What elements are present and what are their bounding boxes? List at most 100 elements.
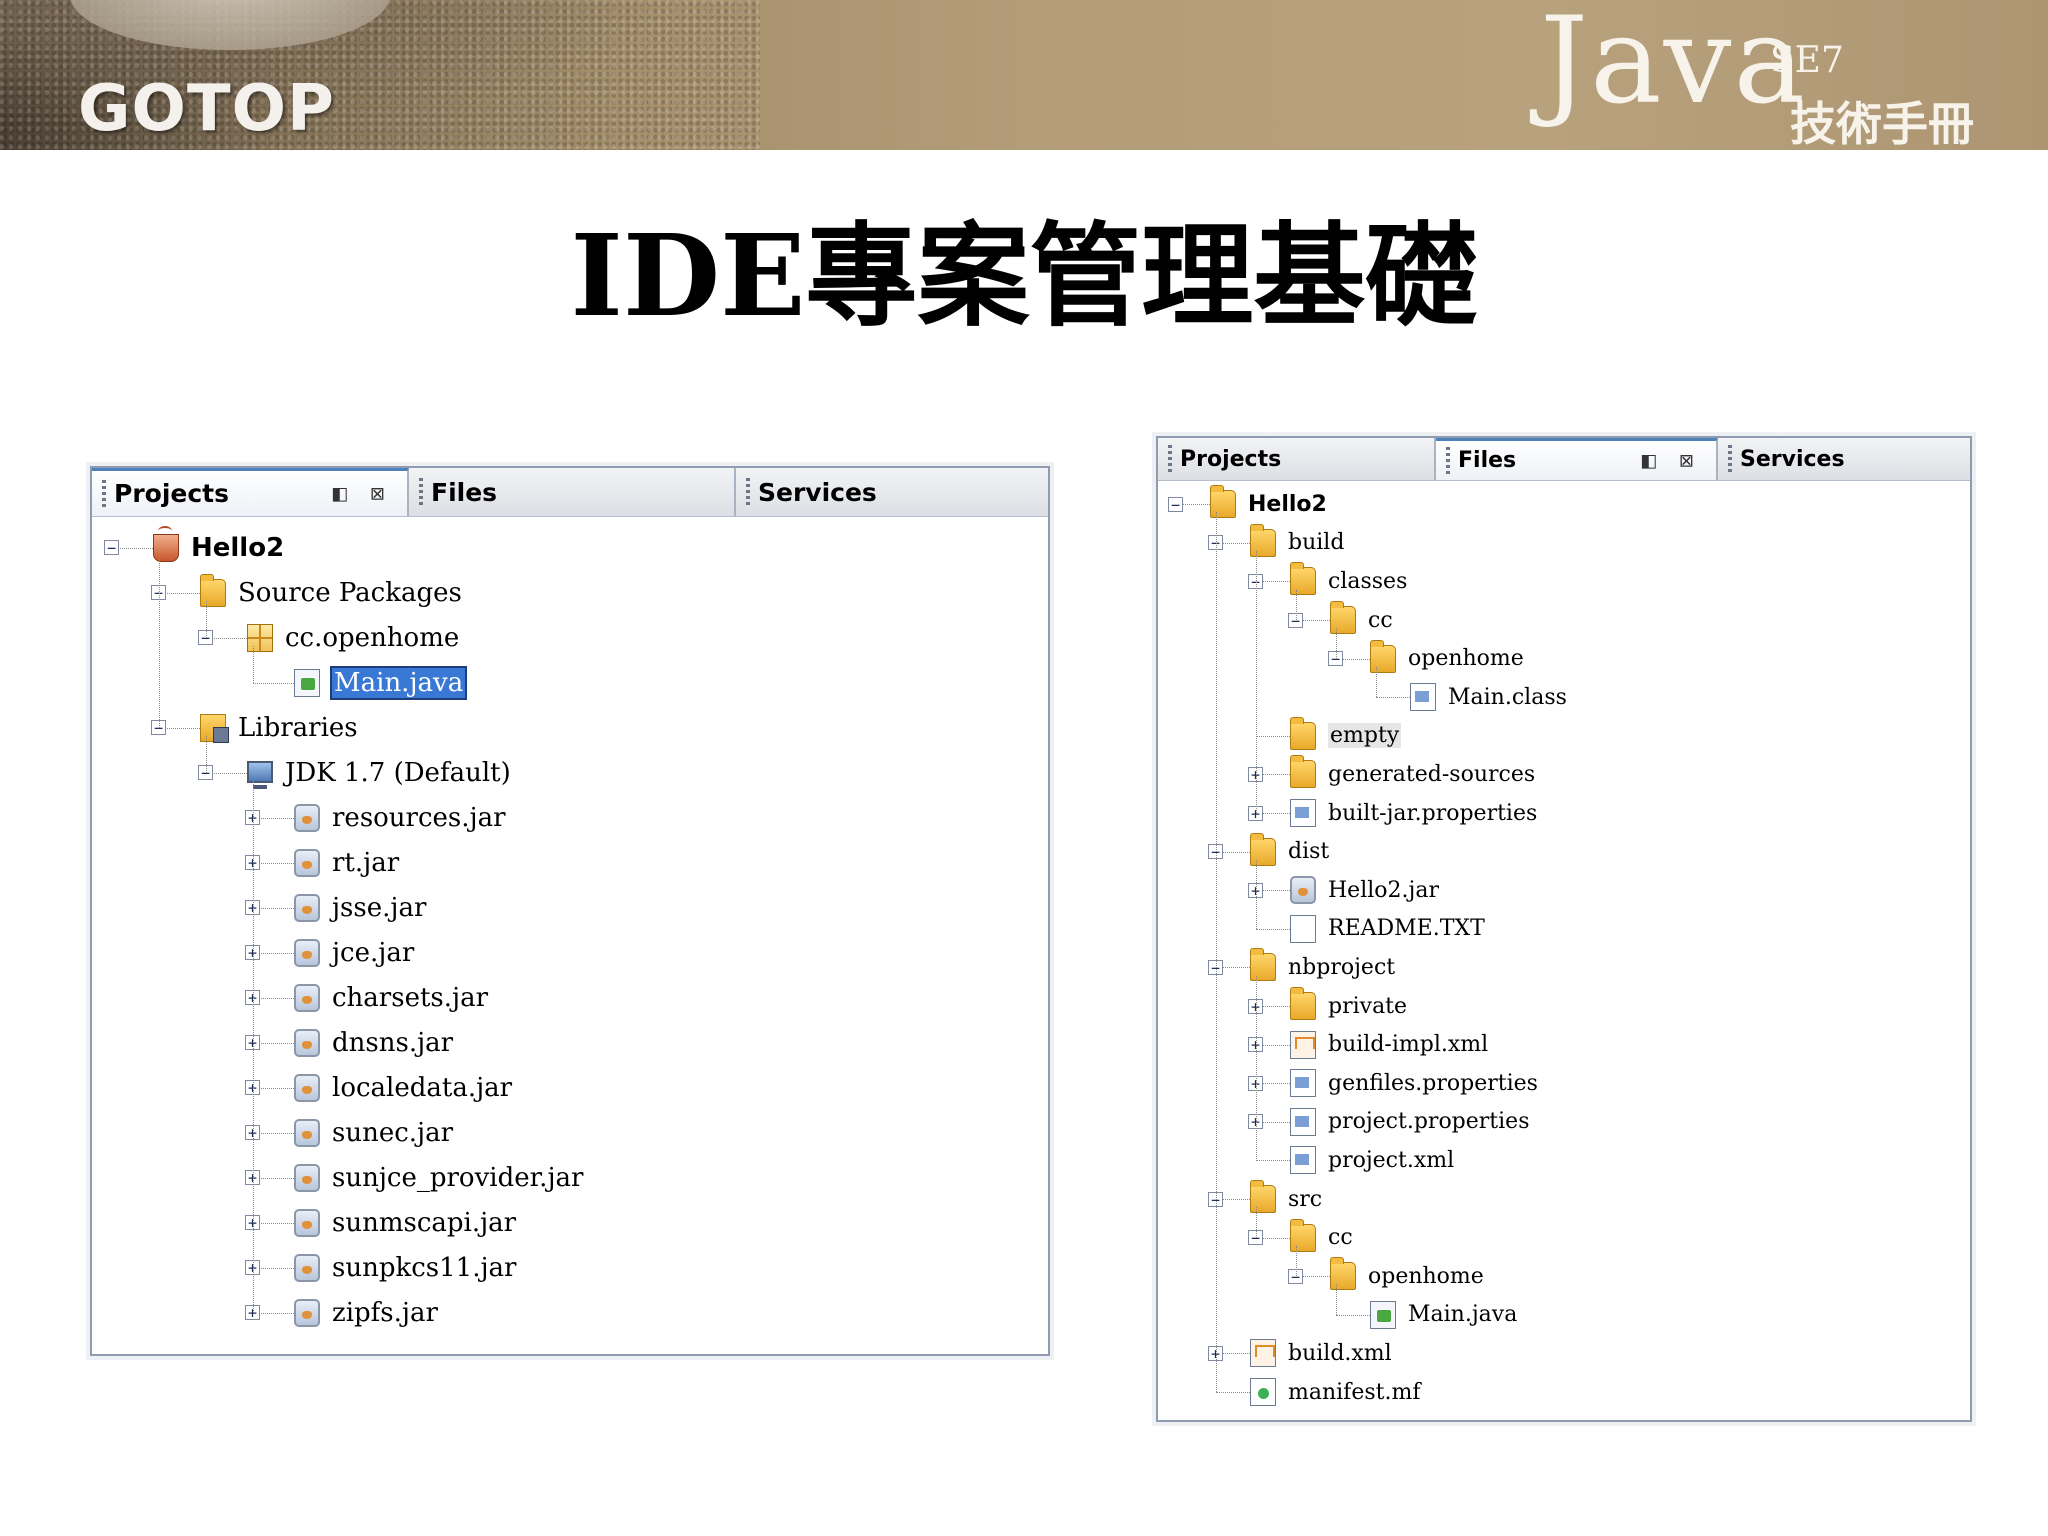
tree-node[interactable]: + sunmscapi.jar [92, 1200, 1048, 1245]
tree-node[interactable]: + build-impl.xml [1158, 1025, 1970, 1064]
drag-grip-icon[interactable] [1168, 445, 1172, 473]
ant-xml-icon [1290, 1030, 1316, 1059]
tree-node[interactable]: + sunjce_provider.jar [92, 1155, 1048, 1200]
libraries-icon [200, 713, 229, 743]
files-window: Projects Files ◧ ⊠ Services − Hello2 − buil… [1156, 436, 1972, 1422]
tree-node[interactable]: − src [1158, 1180, 1970, 1219]
tab-files[interactable]: Files [409, 468, 736, 516]
tree-node[interactable]: + resources.jar [92, 795, 1048, 840]
tree-node-label: openhome [1408, 646, 1524, 672]
tree-node[interactable]: + rt.jar [92, 840, 1048, 885]
tab-services[interactable]: Services [736, 468, 1048, 516]
folder-icon [1290, 755, 1316, 789]
package-icon [247, 623, 273, 652]
tree-connector [253, 682, 294, 684]
tree-node[interactable]: + private [1158, 987, 1970, 1026]
tree-node[interactable]: + jsse.jar [92, 885, 1048, 930]
tree-node-label: Hello2.jar [1328, 877, 1439, 903]
tree-node[interactable]: − classes [1158, 562, 1970, 601]
tab-projects[interactable]: Projects [1158, 438, 1436, 480]
tree-node-label: sunjce_provider.jar [332, 1162, 584, 1193]
tree-node[interactable]: − nbproject [1158, 948, 1970, 987]
tree-node-label: jce.jar [332, 937, 415, 968]
tree-node[interactable]: Main.java [1158, 1296, 1970, 1335]
tree-node-label: genfiles.properties [1328, 1070, 1538, 1096]
tree-node[interactable]: − cc [1158, 1218, 1970, 1257]
window-controls[interactable]: ◧ ⊠ [331, 483, 393, 504]
folder-icon [1250, 832, 1276, 866]
tree-node[interactable]: + dnsns.jar [92, 1020, 1048, 1065]
tree-node[interactable]: − build [1158, 523, 1970, 563]
tree-node[interactable]: + charsets.jar [92, 975, 1048, 1020]
tree-node[interactable]: + localedata.jar [92, 1065, 1048, 1110]
tree-node[interactable]: + built-jar.properties [1158, 794, 1970, 833]
drag-grip-icon[interactable] [419, 478, 423, 506]
tree-node[interactable]: − Source Packages [92, 570, 1048, 615]
tree-node[interactable]: + zipfs.jar [92, 1290, 1048, 1335]
tab-projects[interactable]: Projects ◧ ⊠ [92, 468, 409, 516]
tree-guide-line [1256, 1207, 1257, 1238]
tree-node[interactable]: − Hello2 [1158, 485, 1970, 524]
tree-node-label: openhome [1368, 1263, 1484, 1289]
drag-grip-icon[interactable] [1728, 445, 1732, 473]
tree-node[interactable]: − Hello2 [92, 525, 1048, 570]
tree-node-label: Main.java [1408, 1302, 1518, 1328]
java-project-icon [153, 525, 179, 562]
tree-node[interactable]: − openhome [1158, 639, 1970, 678]
tree-node[interactable]: + generated-sources [1158, 755, 1970, 794]
drag-grip-icon[interactable] [746, 478, 750, 506]
tree-node-label: manifest.mf [1288, 1379, 1421, 1405]
tree-node[interactable]: + genfiles.properties [1158, 1064, 1970, 1103]
manifest-file-icon [1250, 1378, 1276, 1407]
tree-node-label: zipfs.jar [332, 1297, 438, 1328]
tree-node[interactable]: − openhome [1158, 1257, 1970, 1296]
jdk-icon [247, 760, 273, 789]
tree-node[interactable]: + build.xml [1158, 1334, 1970, 1373]
tree-node[interactable]: README.TXT [1158, 910, 1970, 949]
collapse-toggle-icon[interactable]: − [104, 540, 119, 556]
folder-icon [1250, 523, 1276, 557]
tree-node[interactable]: − cc.openhome [92, 615, 1048, 660]
tree-node[interactable]: Main.java [92, 660, 1048, 705]
tree-node[interactable]: manifest.mf [1158, 1373, 1970, 1412]
tree-node-label: build [1288, 530, 1345, 556]
tree-node[interactable]: − Libraries [92, 705, 1048, 750]
tree-guide-line [1256, 550, 1257, 814]
tree-node[interactable]: − JDK 1.7 (Default) [92, 750, 1048, 795]
tree-node[interactable]: − dist [1158, 832, 1970, 871]
tree-node[interactable]: + jce.jar [92, 930, 1048, 975]
tree-node-label: Main.java [329, 665, 468, 700]
jar-icon [294, 1163, 320, 1192]
tab-label: Services [758, 477, 877, 507]
tree-node[interactable]: + sunpkcs11.jar [92, 1245, 1048, 1290]
tree-node[interactable]: + project.properties [1158, 1103, 1970, 1142]
jar-icon [294, 803, 320, 832]
tree-node-label: project.xml [1328, 1147, 1455, 1173]
tree-node[interactable]: + Hello2.jar [1158, 871, 1970, 910]
tab-services[interactable]: Services [1718, 438, 1970, 480]
tree-node-label: cc [1328, 1225, 1353, 1251]
tree-node-label: nbproject [1288, 954, 1396, 980]
tree-node-label: build.xml [1288, 1340, 1392, 1366]
drag-grip-icon[interactable] [102, 479, 106, 508]
tree-node[interactable]: project.xml [1158, 1141, 1970, 1180]
tree-node[interactable]: empty [1158, 716, 1970, 756]
tree-guide-line [206, 735, 207, 773]
tab-files[interactable]: Files ◧ ⊠ [1436, 438, 1718, 480]
jar-icon [294, 1118, 320, 1147]
collapse-toggle-icon[interactable]: − [1168, 496, 1183, 512]
tree-node[interactable]: + sunec.jar [92, 1110, 1048, 1155]
xml-file-icon [1290, 1146, 1316, 1175]
tree-node[interactable]: − cc [1158, 601, 1970, 640]
tree-node[interactable]: Main.class [1158, 678, 1970, 717]
header-banner: GOTOP Java SE7 技術手冊 [0, 0, 2048, 150]
tab-label: Services [1740, 446, 1845, 472]
tree-node-label: Hello2 [1248, 491, 1327, 517]
jar-icon [294, 1028, 320, 1057]
tree-guide-line [1376, 666, 1377, 698]
drag-grip-icon[interactable] [1446, 446, 1450, 475]
tree-connector [1256, 735, 1290, 737]
window-controls[interactable]: ◧ ⊠ [1640, 450, 1702, 471]
book-subtitle: 技術手冊 [1790, 97, 1974, 150]
jar-icon [294, 983, 320, 1012]
